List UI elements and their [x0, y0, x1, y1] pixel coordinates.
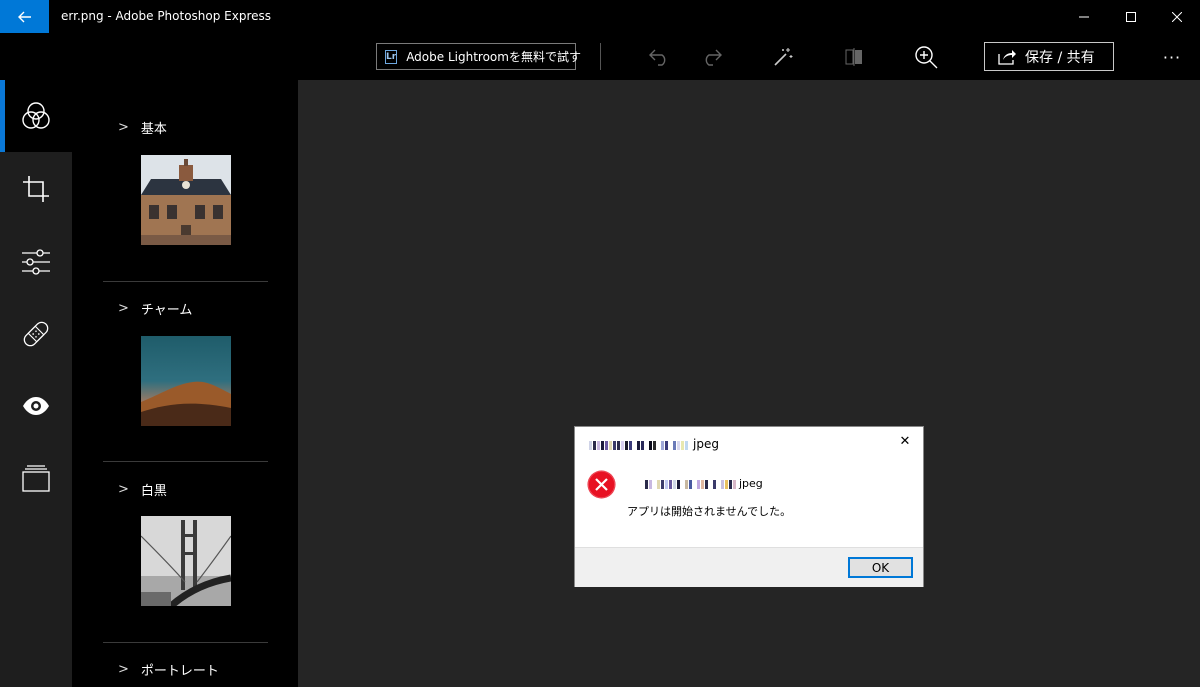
auto-fix-button[interactable] — [767, 41, 799, 73]
try-lightroom-label: Adobe Lightroomを無料で試す — [406, 50, 581, 64]
active-indicator — [0, 80, 5, 152]
toolbar-divider — [600, 43, 601, 70]
more-options-button[interactable]: ··· — [1154, 41, 1190, 73]
preset-group-header[interactable]: > 白黒 — [118, 480, 167, 499]
back-arrow-icon — [17, 11, 31, 22]
title-bar: err.png - Adobe Photoshop Express — [0, 0, 1200, 33]
bridge-photo-image — [141, 516, 231, 606]
minimize-icon — [1079, 16, 1089, 17]
preset-group-header[interactable]: > ポートレート — [118, 660, 219, 679]
minimize-button[interactable] — [1061, 0, 1107, 33]
chevron-right-icon: > — [118, 482, 129, 497]
error-icon — [587, 470, 616, 499]
preset-group-header[interactable]: > チャーム — [118, 299, 192, 318]
borders-layers-icon — [22, 465, 50, 492]
error-dialog: jpeg ✕ jpeg アプリは開始されませんでした。 OK — [574, 426, 924, 587]
redo-button[interactable] — [695, 41, 727, 73]
maximize-button[interactable] — [1108, 0, 1154, 33]
building-photo-image — [141, 155, 231, 245]
mountain-photo-image — [141, 336, 231, 426]
preset-thumbnail-bridge[interactable] — [141, 516, 231, 606]
compare-button[interactable] — [838, 41, 870, 73]
toolbar: Lr Adobe Lightroomを無料で試す 保存 / 共有 ··· — [0, 33, 1200, 80]
heal-bandage-icon — [23, 321, 49, 347]
undo-icon — [649, 49, 666, 66]
redacted-path — [645, 474, 737, 493]
preset-group-label: 白黒 — [140, 484, 167, 499]
looks-circles-icon — [22, 102, 50, 129]
try-lightroom-button[interactable]: Lr Adobe Lightroomを無料で試す — [376, 43, 581, 70]
dialog-close-button[interactable]: ✕ — [895, 431, 915, 451]
chevron-right-icon: > — [118, 120, 129, 135]
dialog-title-suffix: jpeg — [693, 437, 719, 451]
dialog-title: jpeg — [589, 435, 719, 453]
dialog-message-path: jpeg — [645, 474, 763, 493]
save-share-button[interactable]: 保存 / 共有 — [984, 42, 1114, 71]
ok-button[interactable]: OK — [848, 557, 913, 578]
magic-wand-icon — [774, 48, 793, 66]
close-icon: ✕ — [899, 433, 911, 449]
share-icon — [998, 49, 1016, 65]
zoom-in-icon — [915, 46, 938, 69]
crop-icon — [23, 176, 49, 202]
dialog-footer: OK — [575, 547, 923, 587]
back-button[interactable] — [0, 0, 49, 33]
zoom-button[interactable] — [910, 41, 942, 73]
redo-icon — [705, 49, 722, 66]
divider — [103, 461, 268, 462]
close-icon — [1172, 11, 1182, 22]
preset-group-label: チャーム — [140, 303, 193, 318]
preset-thumbnail-mountain[interactable] — [141, 336, 231, 426]
presets-panel: > 基本 > チャーム > 白黒 > ポートレート — [72, 80, 298, 687]
canvas-area — [298, 80, 1200, 687]
adjust-sliders-icon — [22, 249, 50, 275]
rail-item-looks[interactable] — [0, 80, 72, 152]
dialog-message-suffix: jpeg — [739, 477, 763, 490]
compare-icon — [845, 48, 862, 66]
divider — [103, 642, 268, 643]
window-title: err.png - Adobe Photoshop Express — [61, 9, 272, 23]
rail-item-borders[interactable] — [0, 442, 72, 514]
preset-group-header[interactable]: > 基本 — [118, 118, 167, 137]
preset-group-label: 基本 — [140, 122, 167, 137]
rail-item-crop[interactable] — [0, 153, 72, 225]
close-window-button[interactable] — [1154, 0, 1200, 33]
divider — [103, 281, 268, 282]
lightroom-logo-icon: Lr — [385, 49, 398, 64]
tool-rail — [0, 80, 72, 687]
undo-button[interactable] — [644, 41, 676, 73]
rail-item-heal[interactable] — [0, 298, 72, 370]
chevron-right-icon: > — [118, 301, 129, 316]
redacted-filename — [589, 435, 689, 454]
rail-item-eye[interactable] — [0, 370, 72, 442]
preset-group-label: ポートレート — [140, 664, 219, 679]
chevron-right-icon: > — [118, 662, 129, 677]
dialog-message: アプリは開始されませんでした。 — [627, 505, 792, 518]
rail-item-adjust[interactable] — [0, 226, 72, 298]
save-share-label: 保存 / 共有 — [1025, 49, 1095, 66]
eye-icon — [23, 397, 49, 415]
preset-thumbnail-building[interactable] — [141, 155, 231, 245]
maximize-icon — [1126, 11, 1136, 22]
